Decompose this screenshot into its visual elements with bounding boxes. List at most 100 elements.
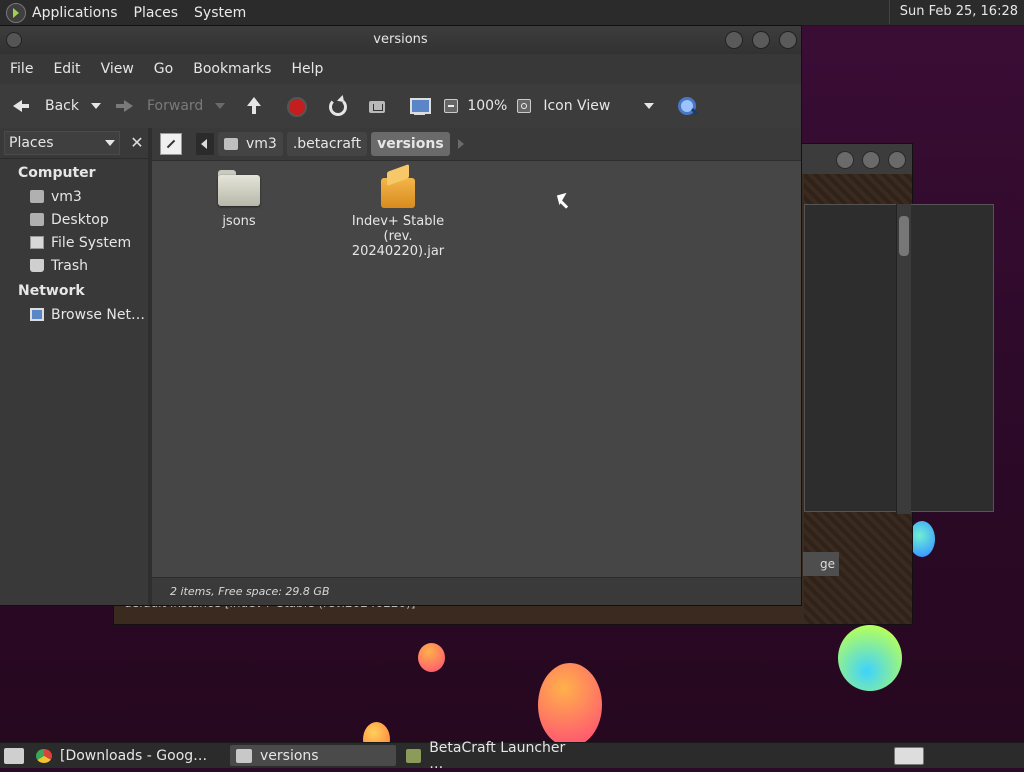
decor-bubble [418, 643, 445, 672]
maximize-icon[interactable] [862, 151, 880, 169]
change-button[interactable]: ge [803, 552, 839, 576]
chevron-down-icon [105, 140, 115, 146]
forward-arrow-icon [113, 95, 135, 117]
computer-icon[interactable] [408, 95, 432, 117]
sidebar-item-label: vm3 [51, 188, 82, 205]
sidebar-header: Places ✕ [0, 128, 148, 159]
location-bar: vm3 .betacraft versions [152, 128, 801, 161]
minimize-icon[interactable] [725, 31, 743, 49]
menu-file[interactable]: File [10, 61, 33, 77]
up-icon[interactable] [243, 95, 265, 117]
home-icon[interactable] [367, 95, 389, 117]
chevron-down-icon[interactable] [644, 103, 655, 109]
window-body: Places ✕ Computer vm3 Desktop File Syste… [0, 128, 801, 605]
trash-icon [30, 259, 44, 272]
file-item-jsons[interactable]: jsons [204, 170, 274, 229]
menu-help[interactable]: Help [291, 61, 323, 77]
home-folder-icon [30, 190, 44, 203]
close-icon[interactable] [888, 151, 906, 169]
sidebar-item-label: File System [51, 234, 132, 251]
task-betacraft[interactable]: BetaCraft Launcher … [400, 740, 582, 772]
forward-label: Forward [147, 98, 204, 114]
close-icon[interactable] [779, 31, 797, 49]
task-label: BetaCraft Launcher … [429, 739, 566, 772]
chrome-icon [36, 748, 52, 763]
forward-history-dropdown[interactable] [215, 103, 226, 109]
stop-icon[interactable] [285, 95, 308, 117]
jar-archive-icon [381, 168, 415, 208]
edit-location-icon[interactable] [160, 133, 182, 155]
scrollbar[interactable] [896, 204, 911, 514]
back-button[interactable]: Back [10, 90, 79, 122]
menu-view[interactable]: View [101, 61, 134, 77]
back-label: Back [45, 98, 79, 114]
sidebar-item-trash[interactable]: Trash [0, 254, 148, 277]
scrollbar-thumb[interactable] [899, 216, 909, 256]
menu-go[interactable]: Go [154, 61, 173, 77]
icon-grid[interactable]: jsons Indev+ Stable (rev. 20240220).jar [152, 160, 801, 577]
status-bar: 2 items, Free space: 29.8 GB [152, 577, 801, 605]
task-versions[interactable]: versions [230, 745, 396, 766]
menu-edit[interactable]: Edit [53, 61, 80, 77]
menu-bookmarks[interactable]: Bookmarks [193, 61, 271, 77]
sidebar-item-desktop[interactable]: Desktop [0, 208, 148, 231]
file-name: jsons [222, 214, 256, 229]
bottom-panel: [Downloads - Goog… versions BetaCraft La… [0, 740, 1024, 772]
sidebar-type-label: Places [9, 135, 54, 151]
decor-bubble [838, 625, 902, 691]
show-desktop-icon[interactable] [4, 747, 24, 764]
folder-icon [236, 748, 252, 763]
desktop-folder-icon [30, 213, 44, 226]
top-panel: Applications Places System Sun Feb 25, 1… [0, 0, 1024, 26]
sidebar-section-computer: Computer [18, 165, 96, 181]
back-arrow-icon [10, 95, 32, 117]
clock[interactable]: Sun Feb 25, 16:28 [888, 0, 1024, 24]
breadcrumb-vm3[interactable]: vm3 [218, 132, 283, 156]
menu-places[interactable]: Places [134, 5, 179, 21]
minimize-icon[interactable] [836, 151, 854, 169]
sidebar-item-label: Trash [51, 257, 88, 274]
menubar: File Edit View Go Bookmarks Help [0, 54, 801, 84]
breadcrumb-versions[interactable]: versions [371, 132, 450, 156]
network-icon [30, 308, 44, 321]
reload-icon[interactable] [326, 95, 348, 117]
window-title: versions [373, 32, 428, 47]
drive-icon [30, 236, 44, 249]
file-view: vm3 .betacraft versions jsons Indev+ Sta… [152, 128, 801, 605]
zoom-in-icon[interactable] [517, 99, 532, 113]
sidebar-item-browse-network[interactable]: Browse Net… [0, 303, 148, 326]
maximize-icon[interactable] [752, 31, 770, 49]
file-item-jar[interactable]: Indev+ Stable (rev. 20240220).jar [338, 168, 458, 259]
folder-icon [218, 170, 260, 206]
sidebar-item-label: Browse Net… [51, 306, 146, 323]
task-downloads-chrome[interactable]: [Downloads - Goog… [30, 745, 226, 766]
view-mode-label: Icon View [543, 98, 611, 114]
breadcrumb-label: vm3 [246, 136, 277, 152]
home-folder-icon [224, 138, 238, 150]
search-icon[interactable] [676, 95, 698, 117]
menu-system[interactable]: System [194, 5, 246, 21]
sidebar-item-file-system[interactable]: File System [0, 231, 148, 254]
sidebar-section-network: Network [18, 283, 85, 299]
distro-logo-icon[interactable] [6, 2, 26, 23]
close-sidebar-icon[interactable]: ✕ [126, 132, 148, 154]
zoom-level[interactable]: 100% [467, 90, 507, 122]
path-scroll-right-icon[interactable] [456, 133, 466, 155]
sidebar-item-vm3[interactable]: vm3 [0, 185, 148, 208]
task-label: [Downloads - Goog… [60, 747, 208, 764]
betacraft-icon [406, 748, 422, 763]
sidebar-type-select[interactable]: Places [4, 131, 120, 155]
breadcrumb-betacraft[interactable]: .betacraft [286, 132, 368, 156]
toolbar: Back Forward 100% Icon View [0, 84, 801, 129]
menu-applications[interactable]: Applications [32, 5, 118, 21]
view-mode-select[interactable]: Icon View [543, 90, 610, 122]
zoom-out-icon[interactable] [444, 99, 459, 113]
forward-button[interactable]: Forward [113, 90, 203, 122]
file-manager-window: versions File Edit View Go Bookmarks Hel… [0, 26, 801, 605]
window-titlebar[interactable]: versions [0, 26, 801, 54]
workspace-switcher[interactable] [894, 747, 924, 765]
file-name: Indev+ Stable (rev. 20240220).jar [351, 214, 445, 259]
sidebar-item-label: Desktop [51, 211, 109, 228]
path-scroll-left-icon[interactable] [196, 133, 214, 155]
back-history-dropdown[interactable] [91, 103, 101, 109]
